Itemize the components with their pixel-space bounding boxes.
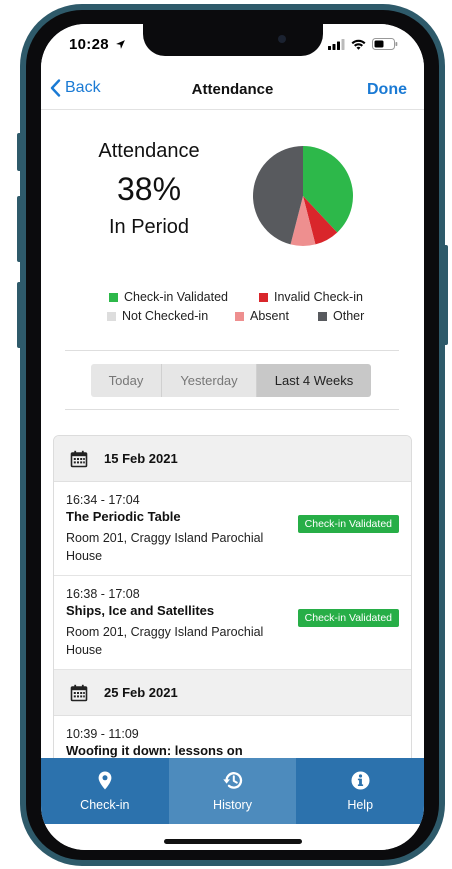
date-text: 25 Feb 2021 [104,685,178,700]
status-icons [328,38,398,50]
legend-swatch [259,292,268,302]
status-badge: Check-in Validated [297,609,399,627]
location-pin-icon [98,771,112,789]
status-time-text: 10:28 [69,36,109,53]
calendar-icon [70,684,88,701]
date-text: 15 Feb 2021 [104,451,178,466]
segment-today[interactable]: Today [91,364,162,397]
wifi-icon [351,39,366,50]
legend-label: Invalid Check-in [274,290,363,304]
status-time: 10:28 [69,36,126,53]
session-item[interactable]: 16:38 - 17:08 Ships, Ice and Satellites … [54,576,411,670]
home-indicator[interactable] [164,839,302,844]
location-arrow-icon [116,40,126,49]
history-icon [222,771,242,789]
attendance-summary: Attendance 38% In Period [83,140,215,239]
session-title: Woofing it down: lessons on [66,743,243,758]
navigation-bar: Back Attendance Done [41,70,424,110]
legend-label: Check-in Validated [124,290,228,304]
info-icon [351,771,370,789]
signal-icon [328,38,345,50]
tab-history[interactable]: History [168,758,297,824]
legend-item: Check-in Validated [109,290,228,304]
legend-item: Absent [235,309,289,323]
tab-check-in[interactable]: Check-in [41,758,169,824]
legend-item: Invalid Check-in [259,290,363,304]
summary-label: Attendance [98,140,200,162]
divider [65,409,399,410]
side-button [17,133,22,171]
session-room: Room 201, Craggy Island Parochial House [66,625,264,657]
screen: 10:28 Back Attendance Done Attendance 38… [41,24,424,850]
legend-item: Other [318,309,364,323]
calendar-icon [70,450,88,467]
side-button [443,245,448,345]
date-header: 15 Feb 2021 [54,436,411,482]
summary-percent: 38% [116,171,182,207]
date-header: 25 Feb 2021 [54,670,411,716]
battery-icon [372,38,398,50]
summary-period: In Period [108,216,190,238]
session-room: Room 201, Craggy Island Parochial House [66,531,264,563]
legend-swatch [109,292,118,302]
attendance-pie-chart [253,146,354,246]
status-badge: Check-in Validated [297,515,399,533]
side-button [17,196,22,262]
tab-label: Check-in [80,797,130,812]
camera [278,35,286,43]
home-indicator-area [41,824,424,850]
divider [65,350,399,351]
session-time: 10:39 - 11:09 [66,727,139,741]
legend-label: Not Checked-in [122,309,209,323]
segment-last-4-weeks[interactable]: Last 4 Weeks [257,364,371,397]
segment-yesterday[interactable]: Yesterday [162,364,257,397]
tab-bar: Check-in History Help [41,758,424,824]
session-item[interactable]: 16:34 - 17:04 The Periodic Table Room 20… [54,482,411,576]
legend-swatch [318,311,327,321]
side-button [17,282,22,348]
session-time: 16:34 - 17:04 [66,493,140,507]
done-button[interactable]: Done [367,81,407,99]
legend-item: Not Checked-in [107,309,208,323]
legend-label: Other [333,309,365,323]
legend-label: Absent [250,309,289,323]
legend-swatch [107,311,116,321]
legend-swatch [235,311,244,321]
tab-help[interactable]: Help [296,758,424,824]
tab-label: History [213,797,252,812]
attendance-history-list[interactable]: 15 Feb 2021 16:34 - 17:04 The Periodic T… [53,435,412,765]
notch [143,24,323,56]
session-time: 16:38 - 17:08 [66,587,140,601]
tab-label: Help [347,797,374,812]
period-selector: Today Yesterday Last 4 Weeks [91,364,371,397]
